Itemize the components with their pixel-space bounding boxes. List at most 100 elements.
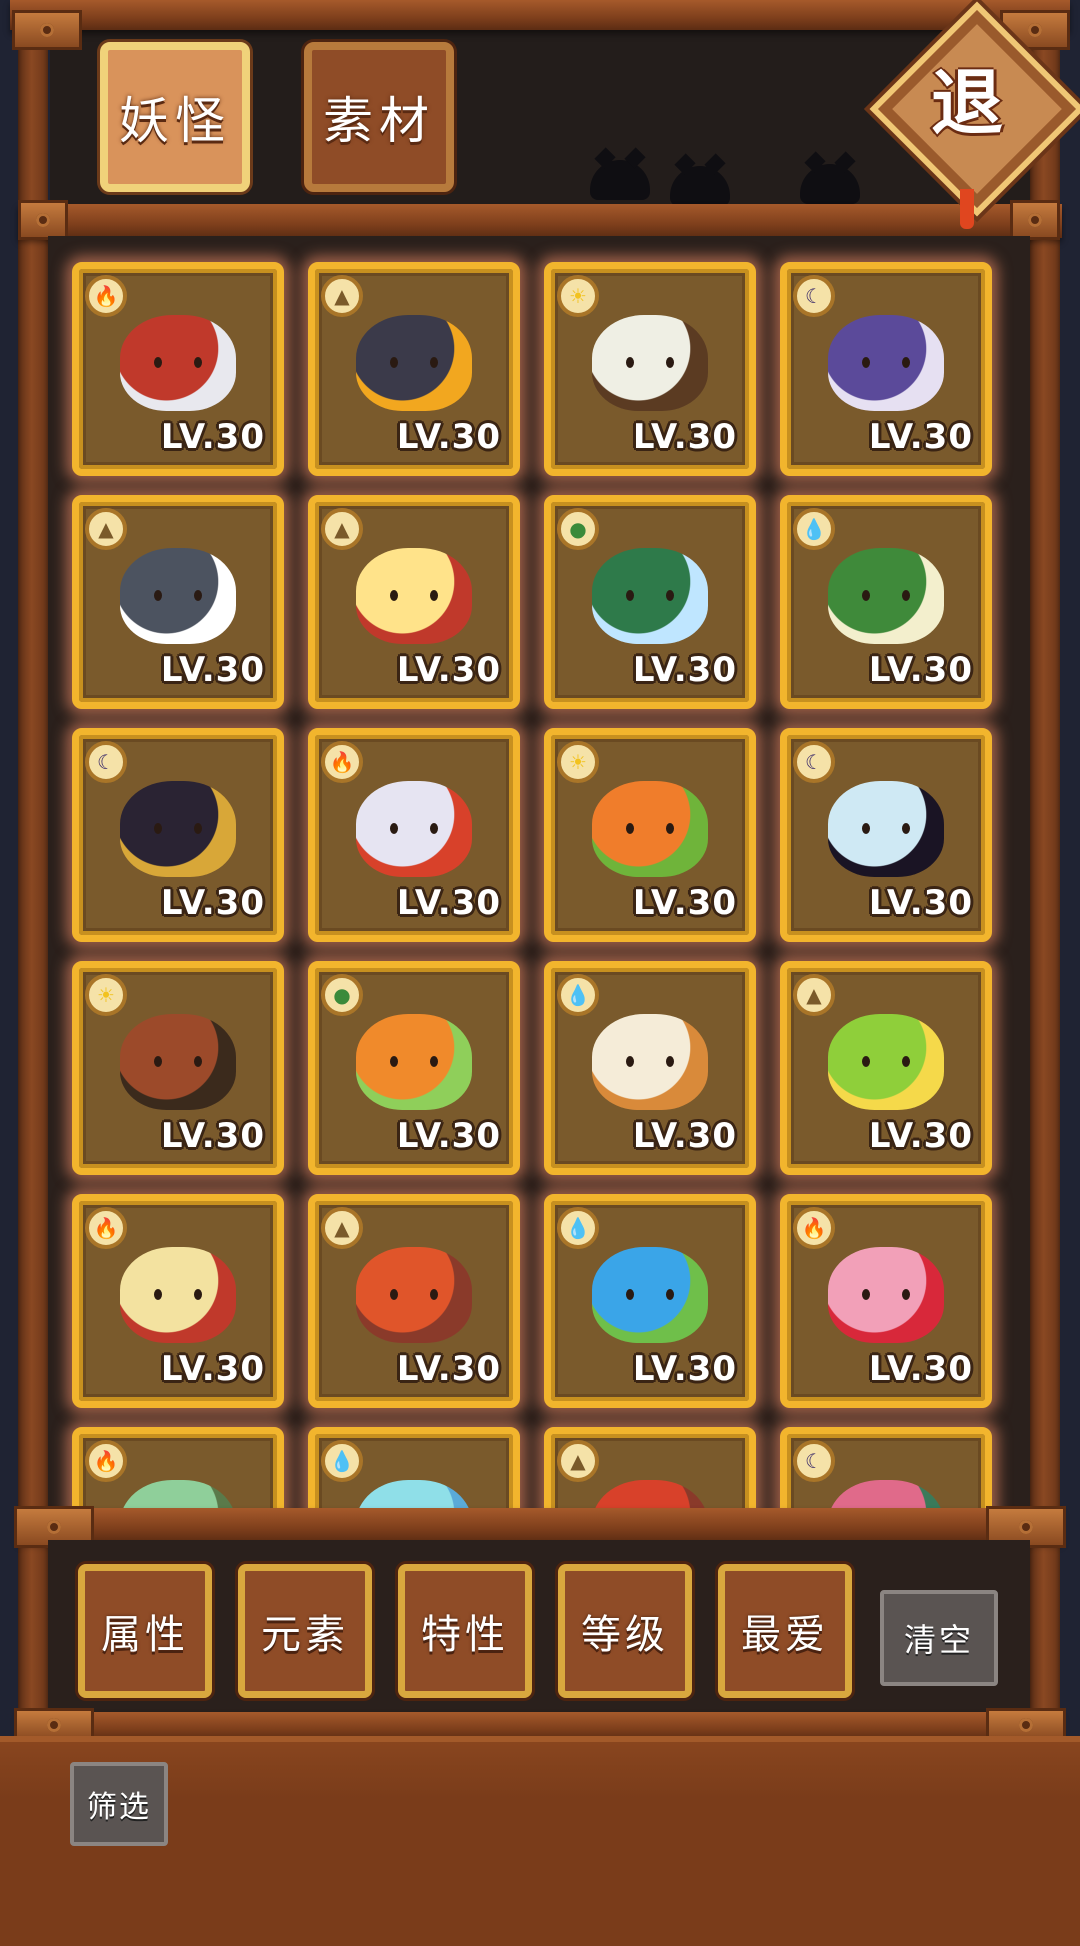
monster-eye — [390, 357, 398, 368]
fire-element-icon: 🔥 — [85, 1207, 127, 1249]
screen-filter-button[interactable]: 筛选 — [70, 1762, 168, 1846]
water-element-icon: 💧 — [557, 974, 599, 1016]
monster-eye — [430, 1056, 438, 1067]
monster-portrait — [120, 548, 236, 644]
monster-eye — [902, 823, 910, 834]
monster-card[interactable]: ▲ LV.30 — [72, 495, 284, 709]
monster-portrait — [592, 548, 708, 644]
dark-element-icon: ☾ — [793, 1440, 835, 1482]
monster-card[interactable]: ☀ LV.30 — [544, 728, 756, 942]
filter-trait-button[interactable]: 特性 — [398, 1564, 532, 1698]
monster-eye — [862, 1289, 870, 1300]
filter-element-button[interactable]: 元素 — [238, 1564, 372, 1698]
monster-eye — [154, 823, 162, 834]
monster-card[interactable]: 🔥 — [72, 1427, 284, 1516]
monster-eye — [430, 590, 438, 601]
monster-eye — [902, 357, 910, 368]
monster-portrait — [592, 315, 708, 411]
monster-card[interactable]: 💧 LV.30 — [544, 961, 756, 1175]
monster-card[interactable]: 💧 LV.30 — [780, 495, 992, 709]
monster-eye — [194, 357, 202, 368]
monster-eye — [902, 1289, 910, 1300]
monster-eye — [626, 357, 634, 368]
monster-portrait — [356, 548, 472, 644]
level-label: LV.30 — [396, 650, 501, 690]
monster-eye — [902, 1056, 910, 1067]
water-element-icon: 💧 — [557, 1207, 599, 1249]
monster-card[interactable]: 💧 — [308, 1427, 520, 1516]
exit-tassel — [960, 189, 974, 229]
level-label: LV.30 — [396, 1349, 501, 1389]
exit-button[interactable]: 退 — [878, 10, 1076, 229]
filter-favorite-button[interactable]: 最爱 — [718, 1564, 852, 1698]
tab-materials[interactable]: 素材 — [304, 42, 454, 192]
monster-list[interactable]: 🔥 LV.30 ▲ LV.30 ☀ LV.30 ☾ LV.30 ▲ LV.30 ▲ LV.30 ● LV.… — [48, 236, 1030, 1516]
monster-card[interactable]: 🔥 LV.30 — [308, 728, 520, 942]
monster-eye — [862, 1056, 870, 1067]
monster-eye — [390, 1056, 398, 1067]
level-label: LV.30 — [632, 1116, 737, 1156]
monster-portrait — [356, 781, 472, 877]
level-label: LV.30 — [160, 417, 265, 457]
monster-eye — [154, 1289, 162, 1300]
earth-element-icon: ▲ — [321, 275, 363, 317]
monster-eye — [902, 590, 910, 601]
water-element-icon: 💧 — [793, 508, 835, 550]
monster-eye — [666, 823, 674, 834]
wood-element-icon: ● — [321, 974, 363, 1016]
exit-label: 退 — [930, 61, 1003, 145]
shadow-creature-icon — [670, 166, 730, 206]
monster-card[interactable]: ☀ LV.30 — [72, 961, 284, 1175]
level-label: LV.30 — [396, 417, 501, 457]
monster-card[interactable]: ▲ LV.30 — [308, 262, 520, 476]
monster-card[interactable]: ☀ LV.30 — [544, 262, 756, 476]
monster-portrait — [120, 1014, 236, 1110]
monster-card[interactable]: ▲ LV.30 — [308, 1194, 520, 1408]
monster-eye — [194, 1289, 202, 1300]
monster-eye — [626, 823, 634, 834]
frame-right-post — [1030, 0, 1060, 1760]
level-label: LV.30 — [396, 1116, 501, 1156]
monster-portrait — [356, 315, 472, 411]
level-label: LV.30 — [868, 1349, 973, 1389]
level-label: LV.30 — [160, 883, 265, 923]
monster-eye — [626, 1056, 634, 1067]
clear-button[interactable]: 清空 — [880, 1590, 998, 1686]
monster-eye — [194, 1056, 202, 1067]
fire-element-icon: 🔥 — [321, 741, 363, 783]
monster-portrait — [592, 1247, 708, 1343]
level-label: LV.30 — [396, 883, 501, 923]
monster-card[interactable]: ▲ — [544, 1427, 756, 1516]
monster-card[interactable]: ● LV.30 — [308, 961, 520, 1175]
monster-eye — [390, 590, 398, 601]
monster-card[interactable]: ☾ LV.30 — [72, 728, 284, 942]
level-label: LV.30 — [160, 1349, 265, 1389]
monster-eye — [862, 823, 870, 834]
monster-card[interactable]: ▲ LV.30 — [780, 961, 992, 1175]
shadow-creature-icon — [800, 164, 860, 204]
monster-card[interactable]: ☾ LV.30 — [780, 728, 992, 942]
monster-card[interactable]: ☾ — [780, 1427, 992, 1516]
shadow-creature-icon — [590, 160, 650, 200]
monster-eye — [390, 1289, 398, 1300]
level-label: LV.30 — [868, 650, 973, 690]
tab-monsters[interactable]: 妖怪 — [100, 42, 250, 192]
monster-eye — [666, 590, 674, 601]
monster-card[interactable]: ● LV.30 — [544, 495, 756, 709]
level-label: LV.30 — [868, 1116, 973, 1156]
filter-attribute-button[interactable]: 属性 — [78, 1564, 212, 1698]
monster-portrait — [356, 1014, 472, 1110]
monster-eye — [194, 590, 202, 601]
monster-card[interactable]: 🔥 LV.30 — [780, 1194, 992, 1408]
monster-card[interactable]: ☾ LV.30 — [780, 262, 992, 476]
fire-element-icon: 🔥 — [793, 1207, 835, 1249]
filter-bar: 属性 元素 特性 等级 最爱 清空 — [48, 1540, 1030, 1730]
monster-card[interactable]: ▲ LV.30 — [308, 495, 520, 709]
monster-card[interactable]: 🔥 LV.30 — [72, 1194, 284, 1408]
wood-element-icon: ● — [557, 508, 599, 550]
monster-card[interactable]: 💧 LV.30 — [544, 1194, 756, 1408]
filter-level-button[interactable]: 等级 — [558, 1564, 692, 1698]
monster-portrait — [828, 548, 944, 644]
monster-card[interactable]: 🔥 LV.30 — [72, 262, 284, 476]
monster-portrait — [592, 1014, 708, 1110]
